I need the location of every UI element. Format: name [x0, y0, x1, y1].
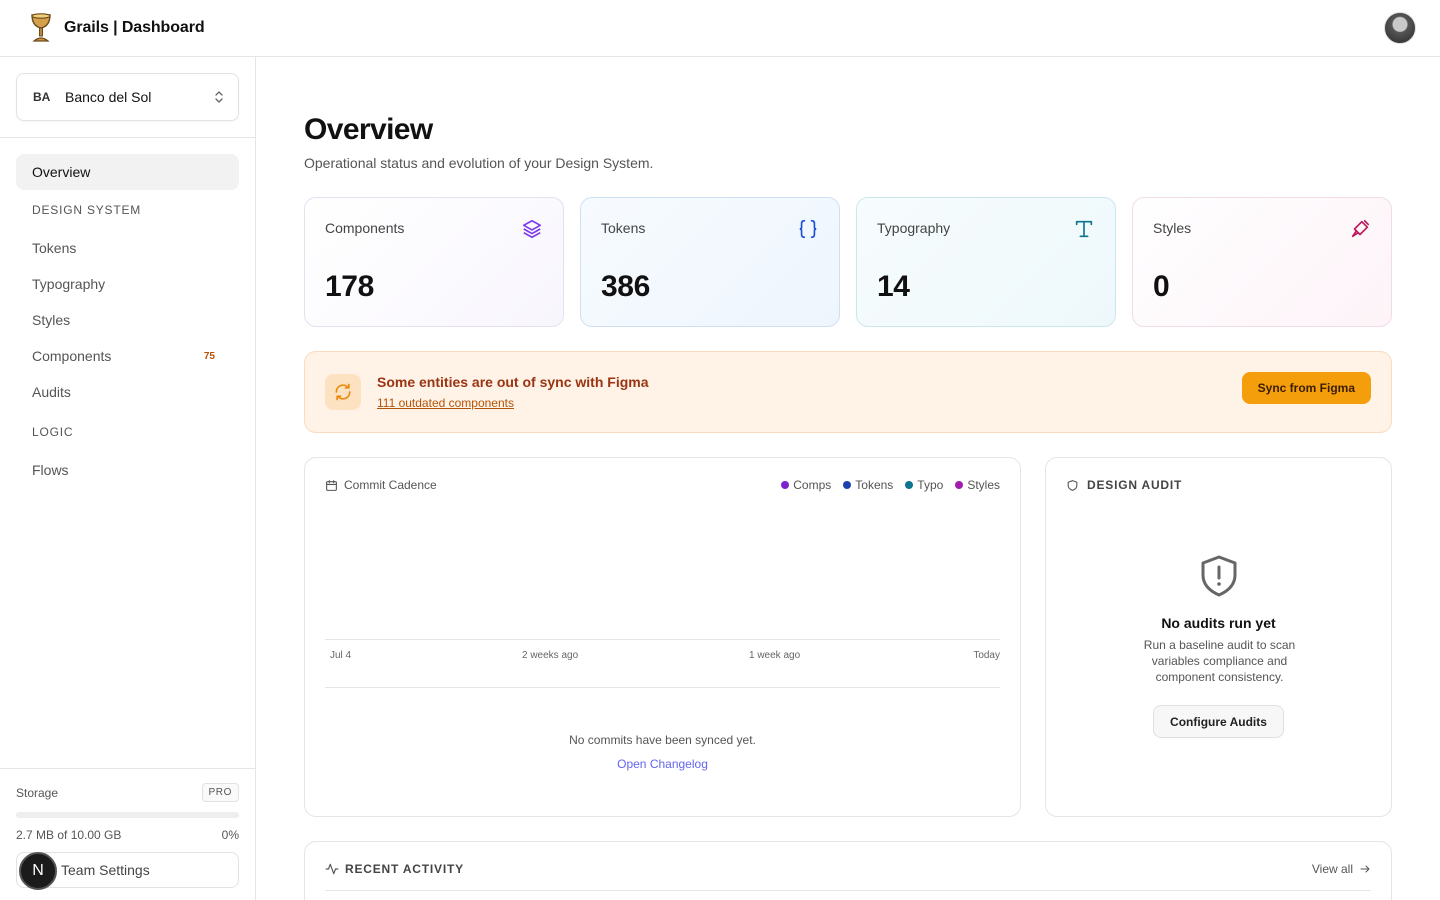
org-initials: BA — [33, 90, 51, 104]
stat-label: Tokens — [601, 220, 646, 236]
calendar-icon — [326, 479, 337, 491]
outdated-components-link[interactable]: 111 outdated components — [377, 396, 649, 410]
legend-label: Comps — [793, 478, 832, 492]
layers-icon — [522, 219, 542, 239]
recent-activity-title: RECENT ACTIVITY — [345, 862, 464, 876]
sidebar-section-logic: LOGIC — [32, 425, 74, 439]
storage-percent: 0% — [221, 828, 239, 842]
sidebar-section-design-system: DESIGN SYSTEM — [32, 203, 142, 217]
audit-empty-title: No audits run yet — [1161, 615, 1276, 631]
cadence-title: Commit Cadence — [344, 478, 437, 492]
legend-item-styles[interactable]: Styles — [955, 478, 1000, 492]
x-tick-label: Jul 4 — [330, 650, 352, 661]
storage-panel: Storage PRO 2.7 MB of 10.00 GB 0% N Team… — [0, 768, 255, 900]
top-bar: Grails | Dashboard — [0, 0, 1440, 57]
page-title: Overview — [304, 113, 433, 146]
sidebar-item-overview[interactable]: Overview — [16, 154, 239, 190]
sidebar-item-flows[interactable]: Flows — [16, 452, 239, 488]
stat-value: 178 — [325, 270, 374, 303]
legend-dot — [781, 481, 790, 489]
team-settings-label: Team Settings — [61, 862, 150, 878]
chart-legend: Comps Tokens Typo Styles — [781, 478, 1000, 492]
view-all-label: View all — [1311, 862, 1353, 876]
x-tick-label: 1 week ago — [749, 650, 801, 661]
divider — [325, 687, 1000, 688]
brush-icon — [1351, 219, 1370, 238]
sidebar-item-label: Tokens — [32, 240, 77, 256]
sidebar-item-components[interactable]: Components 75 — [16, 338, 239, 374]
legend-dot — [905, 481, 914, 489]
main-content: Overview Operational status and evolutio… — [256, 57, 1440, 900]
stat-card-components[interactable]: Components 178 — [304, 197, 564, 327]
shield-icon — [1067, 479, 1078, 491]
sync-from-figma-button[interactable]: Sync from Figma — [1241, 372, 1371, 404]
sidebar-item-label: Styles — [32, 312, 71, 328]
plan-badge: PRO — [201, 783, 239, 802]
sidebar: BA Banco del Sol Overview DESIGN SYSTEM … — [0, 57, 256, 900]
sidebar-item-tokens[interactable]: Tokens — [16, 230, 239, 266]
app-title: Grails | Dashboard — [64, 19, 205, 36]
x-tick-label: 2 weeks ago — [522, 650, 579, 661]
legend-item-comps[interactable]: Comps — [781, 478, 831, 492]
org-name: Banco del Sol — [65, 89, 152, 105]
audit-empty-description: Run a baseline audit to scan variables c… — [1143, 638, 1296, 684]
commit-cadence-card: Commit Cadence Comps Tokens Typo Styles … — [304, 457, 1021, 817]
storage-label: Storage — [16, 785, 59, 800]
stat-label: Styles — [1153, 220, 1192, 236]
page-subtitle: Operational status and evolution of your… — [304, 155, 654, 171]
legend-label: Styles — [967, 478, 1000, 492]
stat-card-typography[interactable]: Typography 14 — [856, 197, 1116, 327]
sidebar-nav: Overview DESIGN SYSTEM Tokens Typography… — [0, 138, 255, 504]
sidebar-item-label: Flows — [32, 462, 69, 478]
open-changelog-link[interactable]: Open Changelog — [305, 757, 1020, 771]
stat-value: 14 — [877, 270, 910, 303]
refresh-icon — [325, 374, 361, 410]
components-count-badge: 75 — [203, 350, 215, 362]
design-audit-card: DESIGN AUDIT No audits run yet Run a bas… — [1045, 457, 1392, 817]
sidebar-item-typography[interactable]: Typography — [16, 266, 239, 302]
team-settings-button[interactable]: N Team Settings — [16, 852, 239, 890]
legend-dot — [955, 481, 964, 489]
legend-item-typo[interactable]: Typo — [905, 478, 943, 492]
open-changelog-label: Open Changelog — [617, 757, 708, 771]
stat-label: Typography — [877, 220, 951, 236]
sidebar-item-styles[interactable]: Styles — [16, 302, 239, 338]
divider — [325, 890, 1371, 891]
legend-label: Typo — [917, 478, 944, 492]
team-avatar[interactable]: N — [19, 852, 57, 890]
legend-dot — [843, 481, 852, 489]
sync-title: Some entities are out of sync with Figma — [377, 374, 649, 390]
type-icon — [1075, 220, 1093, 238]
audit-title: DESIGN AUDIT — [1087, 478, 1183, 492]
storage-used: 2.7 MB of 10.00 GB — [16, 828, 122, 842]
storage-progress-bar — [16, 812, 239, 818]
sidebar-item-label: Typography — [32, 276, 106, 292]
sidebar-item-label: Audits — [32, 384, 71, 400]
chevrons-up-down-icon — [215, 91, 223, 103]
figma-sync-banner: Some entities are out of sync with Figma… — [304, 351, 1392, 433]
stat-card-styles[interactable]: Styles 0 — [1132, 197, 1392, 327]
stat-label: Components — [325, 220, 405, 236]
view-all-link[interactable]: View all — [1312, 862, 1371, 876]
recent-activity-card: RECENT ACTIVITY View all — [304, 841, 1392, 900]
stat-value: 386 — [601, 270, 650, 303]
chart-x-axis — [325, 639, 1000, 640]
no-commits-message: No commits have been synced yet. — [569, 733, 756, 747]
arrow-right-icon — [1360, 865, 1370, 873]
sidebar-item-audits[interactable]: Audits — [16, 374, 239, 410]
sidebar-item-label: Components — [32, 348, 112, 364]
stat-card-tokens[interactable]: Tokens 386 — [580, 197, 840, 327]
user-avatar[interactable] — [1384, 12, 1416, 44]
sidebar-item-label: Overview — [32, 164, 91, 180]
legend-item-tokens[interactable]: Tokens — [843, 478, 893, 492]
x-tick-label: Today — [973, 650, 1000, 661]
shield-alert-icon — [1201, 555, 1237, 597]
stat-value: 0 — [1153, 270, 1170, 303]
configure-audits-button[interactable]: Configure Audits — [1153, 705, 1284, 738]
org-switcher[interactable]: BA Banco del Sol — [16, 73, 239, 121]
grail-logo-icon[interactable] — [28, 12, 54, 44]
braces-icon — [799, 219, 817, 239]
activity-icon — [325, 863, 339, 875]
legend-label: Tokens — [855, 478, 894, 492]
